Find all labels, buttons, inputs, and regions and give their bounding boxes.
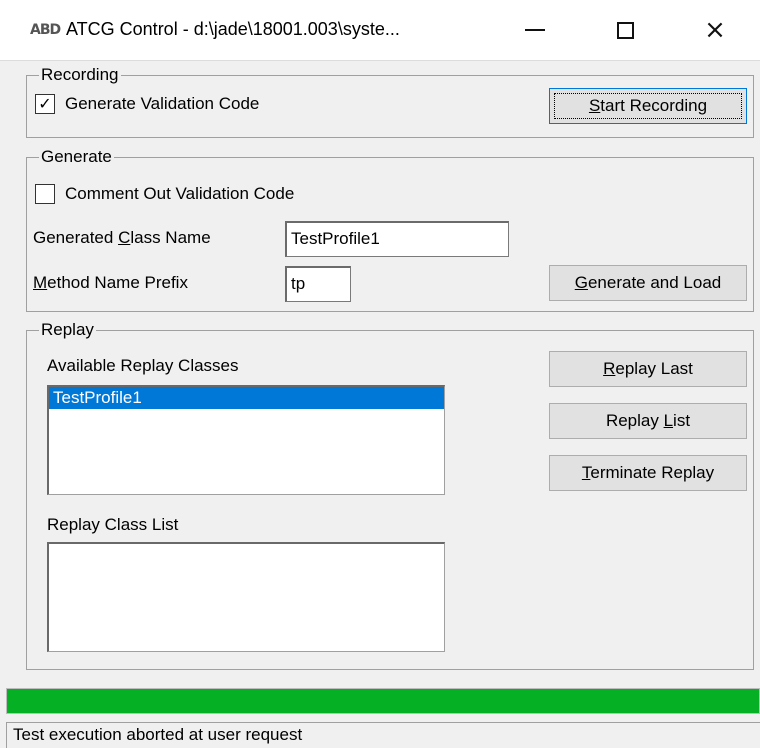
generate-and-load-button[interactable]: Generate and Load [549, 265, 747, 301]
replay-group: Replay Available Replay Classes TestProf… [26, 320, 754, 670]
terminate-replay-label: Terminate Replay [581, 463, 715, 482]
progress-fill [7, 689, 759, 713]
generate-legend: Generate [39, 147, 114, 167]
list-item[interactable]: TestProfile1 [49, 387, 444, 409]
close-button[interactable]: × [670, 0, 760, 60]
method-prefix-input[interactable]: tp [285, 266, 351, 302]
generate-validation-label: Generate Validation Code [65, 94, 260, 113]
available-replay-label: Available Replay Classes [47, 356, 239, 375]
start-recording-button[interactable]: Start Recording [549, 88, 747, 124]
replay-last-label: Replay Last [603, 359, 693, 378]
maximize-button[interactable] [580, 0, 670, 60]
minimize-icon [525, 29, 545, 31]
generate-and-load-label: Generate and Load [574, 273, 722, 292]
class-name-input[interactable]: TestProfile1 [285, 221, 509, 257]
recording-group: Recording ✓ Generate Validation Code Sta… [26, 65, 754, 138]
title-bar: ABD ATCG Control - d:\jade\18001.003\sys… [0, 0, 760, 61]
replay-list-button[interactable]: Replay List [549, 403, 747, 439]
check-icon: ✓ [38, 94, 52, 113]
generate-validation-checkbox[interactable]: ✓ [35, 94, 55, 114]
maximize-icon [616, 21, 634, 39]
progress-bar [6, 688, 760, 714]
recording-legend: Recording [39, 65, 121, 85]
close-icon: × [704, 15, 726, 45]
generate-group: Generate Comment Out Validation Code Gen… [26, 147, 754, 312]
minimize-button[interactable] [490, 0, 580, 60]
available-replay-listbox[interactable]: TestProfile1 [47, 385, 445, 495]
replay-last-button[interactable]: Replay Last [549, 351, 747, 387]
replay-legend: Replay [39, 320, 96, 340]
comment-out-label: Comment Out Validation Code [65, 184, 295, 203]
class-name-label: Generated Class Name [33, 228, 211, 247]
replay-class-listbox[interactable] [47, 542, 445, 652]
replay-class-list-label: Replay Class List [47, 515, 179, 534]
comment-out-checkbox[interactable] [35, 184, 55, 204]
terminate-replay-button[interactable]: Terminate Replay [549, 455, 747, 491]
status-bar: Test execution aborted at user request [6, 722, 760, 748]
app-icon: ABD [30, 22, 61, 38]
method-prefix-label: Method Name Prefix [33, 273, 188, 292]
focus-rect [554, 93, 742, 119]
available-replay-items: TestProfile1 [49, 387, 444, 409]
window-title: ATCG Control - d:\jade\18001.003\syste..… [66, 19, 400, 39]
replay-list-label: Replay List [605, 411, 691, 430]
